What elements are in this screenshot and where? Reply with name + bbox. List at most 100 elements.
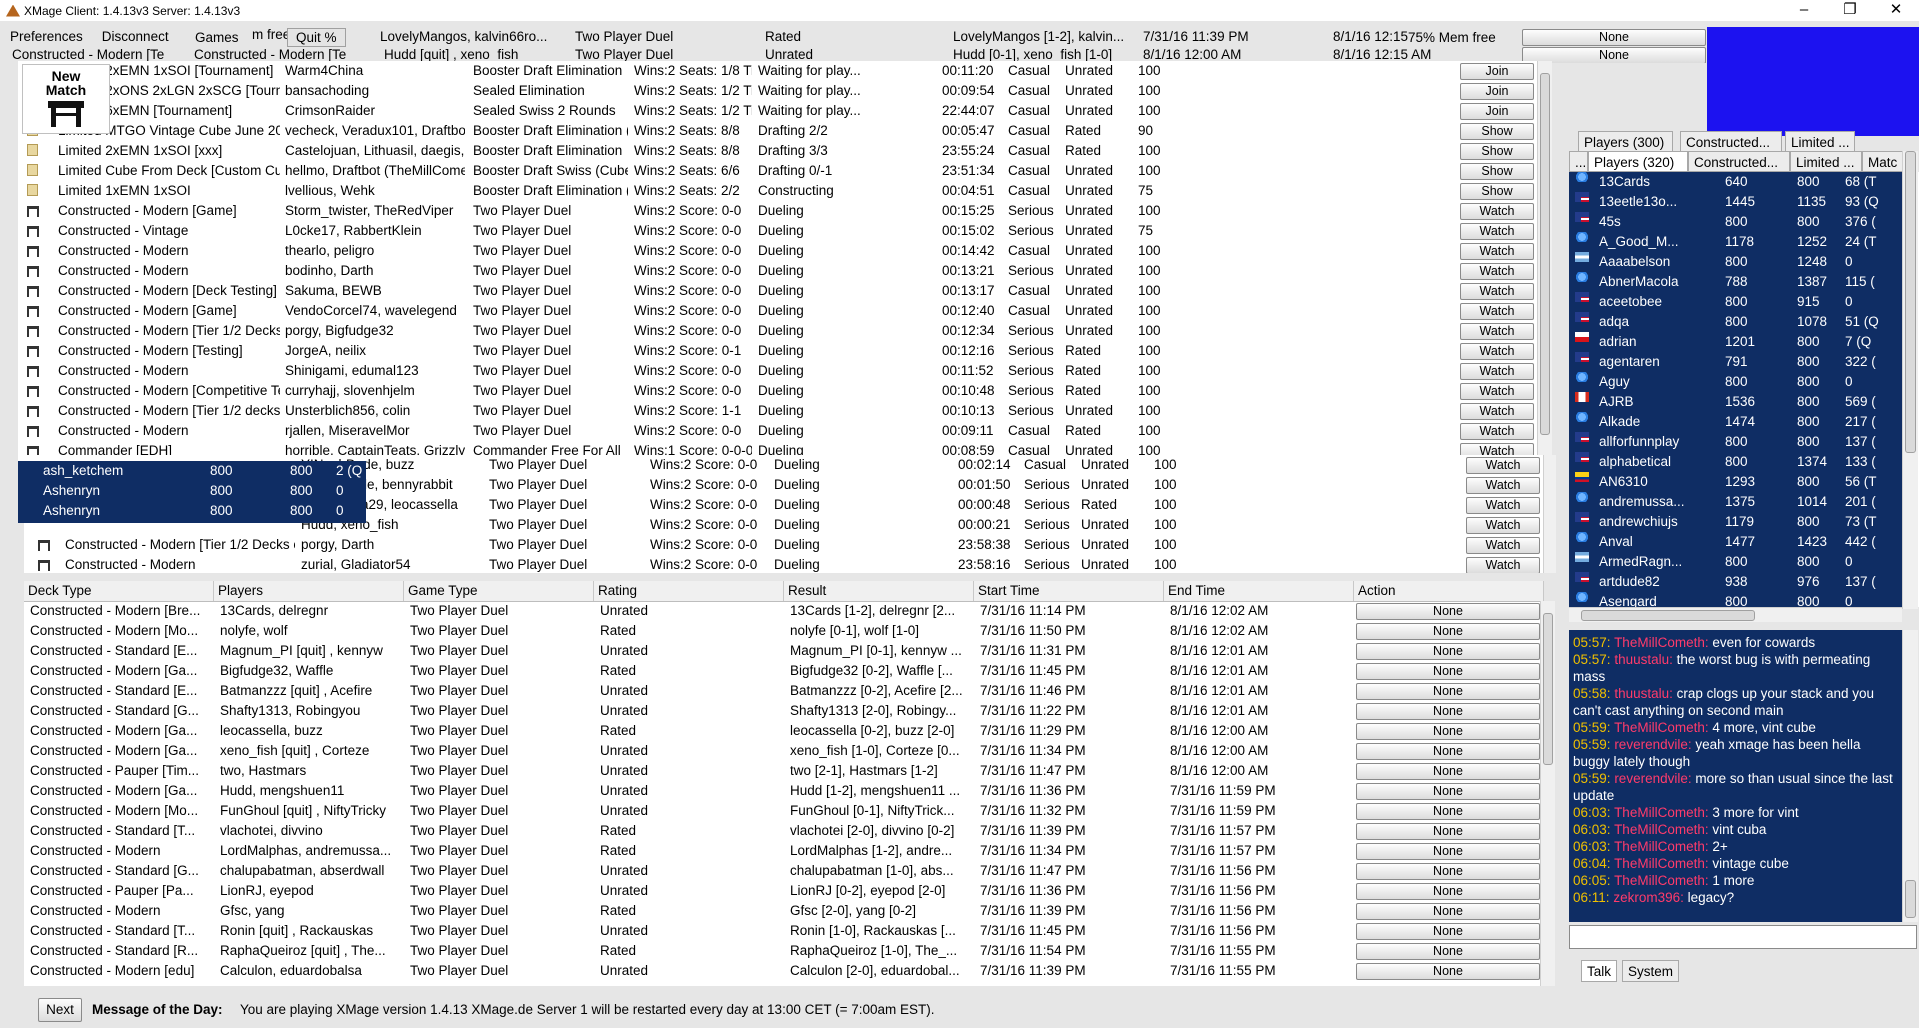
header-players[interactable]: Players	[214, 581, 404, 601]
tab-players-0[interactable]: ...	[1569, 151, 1588, 172]
header-end-time[interactable]: End Time	[1164, 581, 1354, 601]
header-game-type[interactable]: Game Type	[404, 581, 594, 601]
table-join-button[interactable]: Join	[1460, 103, 1534, 120]
maximize-button[interactable]: ❐	[1827, 0, 1873, 21]
table-watch-button[interactable]: Watch	[1466, 457, 1540, 474]
finished-none-button[interactable]: None	[1356, 743, 1540, 760]
table-watch-button[interactable]: Watch	[1460, 423, 1534, 440]
finished-none-button[interactable]: None	[1356, 843, 1540, 860]
table-watch-button[interactable]: Watch	[1460, 343, 1534, 360]
finished-none-button[interactable]: None	[1356, 823, 1540, 840]
table-watch-button[interactable]: Watch	[1460, 283, 1534, 300]
player-row[interactable]: andrewchiujs 1179 800 73 (T	[1569, 512, 1902, 532]
finished-none-button[interactable]: None	[1356, 723, 1540, 740]
player-row[interactable]: agentaren 791 800 322 (	[1569, 352, 1902, 372]
finished-none-button[interactable]: None	[1356, 763, 1540, 780]
finished-none-button[interactable]: None	[1356, 883, 1540, 900]
player-row[interactable]: andremussa... 1375 1014 201 (	[1569, 492, 1902, 512]
table-watch-button[interactable]: Watch	[1460, 363, 1534, 380]
scroll-thumb[interactable]	[1543, 613, 1553, 765]
player-row[interactable]: Aaaabelson 800 1248 0	[1569, 252, 1902, 272]
table-watch-button[interactable]: Watch	[1460, 223, 1534, 240]
table-show-button[interactable]: Show	[1460, 163, 1534, 180]
player-row[interactable]: Alkade 1474 800 217 (	[1569, 412, 1902, 432]
player-row[interactable]: 45s 800 800 376 (	[1569, 212, 1902, 232]
finished-none-button[interactable]: None	[1356, 923, 1540, 940]
player-row[interactable]: alphabetical 800 1374 133 (	[1569, 452, 1902, 472]
players-scrollbar[interactable]	[1902, 151, 1918, 609]
table-watch-button[interactable]: Watch	[1460, 303, 1534, 320]
player-row[interactable]: Anval 1477 1423 442 (	[1569, 532, 1902, 552]
finished-none-button[interactable]: None	[1356, 703, 1540, 720]
finished-none-button[interactable]: None	[1356, 963, 1540, 980]
table-watch-button[interactable]: Watch	[1466, 517, 1540, 534]
finished-none-button[interactable]: None	[1356, 943, 1540, 960]
player-row[interactable]: A_Good_M... 1178 1252 24 (T	[1569, 232, 1902, 252]
tab-players-2[interactable]: Constructed...	[1688, 151, 1790, 172]
finished-none-button[interactable]: None	[1356, 603, 1540, 620]
finished-none-button[interactable]: None	[1356, 623, 1540, 640]
finished-none-button[interactable]: None	[1356, 683, 1540, 700]
tab-players-back-2[interactable]: Limited ...	[1785, 131, 1855, 152]
header-start-time[interactable]: Start Time	[974, 581, 1164, 601]
header-action[interactable]: Action	[1354, 581, 1544, 601]
player-row[interactable]: 13Cards 640 800 68 (T	[1569, 172, 1902, 192]
scroll-thumb[interactable]	[1905, 151, 1916, 453]
tab-players-back-0[interactable]: Players (300)	[1578, 131, 1673, 152]
tab-players-3[interactable]: Limited ...	[1790, 151, 1862, 172]
tables-secondary-scrollbar[interactable]	[1543, 455, 1556, 573]
player-row[interactable]: Aguy 800 800 0	[1569, 372, 1902, 392]
table-watch-button[interactable]: Watch	[1460, 243, 1534, 260]
player-row[interactable]: 13eetle13o... 1445 1135 93 (Q	[1569, 192, 1902, 212]
table-watch-button[interactable]: Watch	[1466, 497, 1540, 514]
player-row[interactable]: artdude82 938 976 137 (	[1569, 572, 1902, 592]
header-rating[interactable]: Rating	[594, 581, 784, 601]
table-show-button[interactable]: Show	[1460, 123, 1534, 140]
next-button[interactable]: Next	[38, 998, 82, 1022]
table-show-button[interactable]: Show	[1460, 143, 1534, 160]
table-watch-button[interactable]: Watch	[1460, 403, 1534, 420]
player-row[interactable]: allforfunnplay 800 800 137 (	[1569, 432, 1902, 452]
finished-none-button[interactable]: None	[1356, 803, 1540, 820]
player-row[interactable]: aceetobee 800 915 0	[1569, 292, 1902, 312]
players-hscrollbar[interactable]	[1569, 607, 1902, 622]
minimize-button[interactable]: –	[1781, 0, 1827, 21]
table-join-button[interactable]: Join	[1460, 83, 1534, 100]
table-watch-button[interactable]: Watch	[1460, 383, 1534, 400]
chat-input[interactable]	[1569, 925, 1917, 949]
tab-players-back-1[interactable]: Constructed...	[1680, 131, 1782, 152]
new-match-button[interactable]: New Match	[22, 64, 110, 134]
player-row[interactable]: AJRB 1536 800 569 (	[1569, 392, 1902, 412]
finished-none-button[interactable]: None	[1356, 783, 1540, 800]
chat-tab-talk[interactable]: Talk	[1581, 960, 1618, 982]
table-watch-button[interactable]: Watch	[1460, 203, 1534, 220]
table-watch-button[interactable]: Watch	[1460, 263, 1534, 280]
finished-none-button[interactable]: None	[1356, 863, 1540, 880]
chat-tab-system[interactable]: System	[1622, 960, 1680, 982]
scroll-thumb[interactable]	[1581, 610, 1755, 621]
table-join-button[interactable]: Join	[1460, 63, 1534, 80]
player-row[interactable]: adqa 800 1078 51 (Q	[1569, 312, 1902, 332]
tab-players-1[interactable]: Players (320)	[1588, 151, 1688, 172]
ghost-none-button[interactable]: None	[1522, 29, 1706, 46]
player-row[interactable]: adrian 1201 800 7 (Q	[1569, 332, 1902, 352]
header-result[interactable]: Result	[784, 581, 974, 601]
table-watch-button[interactable]: Watch	[1466, 557, 1540, 573]
finished-none-button[interactable]: None	[1356, 643, 1540, 660]
finished-none-button[interactable]: None	[1356, 663, 1540, 680]
table-watch-button[interactable]: Watch	[1466, 537, 1540, 554]
close-button[interactable]: ✕	[1873, 0, 1919, 21]
table-watch-button[interactable]: Watch	[1466, 477, 1540, 494]
player-row[interactable]: AbnerMacola 788 1387 115 (	[1569, 272, 1902, 292]
header-deck-type[interactable]: Deck Type	[24, 581, 214, 601]
finished-none-button[interactable]: None	[1356, 903, 1540, 920]
table-show-button[interactable]: Show	[1460, 183, 1534, 200]
chat-scrollbar[interactable]	[1902, 630, 1918, 922]
scroll-thumb[interactable]	[1905, 880, 1916, 918]
player-row[interactable]: AN6310 1293 800 56 (T	[1569, 472, 1902, 492]
tables-scrollbar[interactable]	[1537, 61, 1552, 461]
scroll-thumb[interactable]	[1540, 73, 1550, 435]
table-watch-button[interactable]: Watch	[1460, 323, 1534, 340]
player-row[interactable]: ArmedRagn... 800 800 0	[1569, 552, 1902, 572]
finished-scrollbar[interactable]	[1540, 601, 1555, 986]
